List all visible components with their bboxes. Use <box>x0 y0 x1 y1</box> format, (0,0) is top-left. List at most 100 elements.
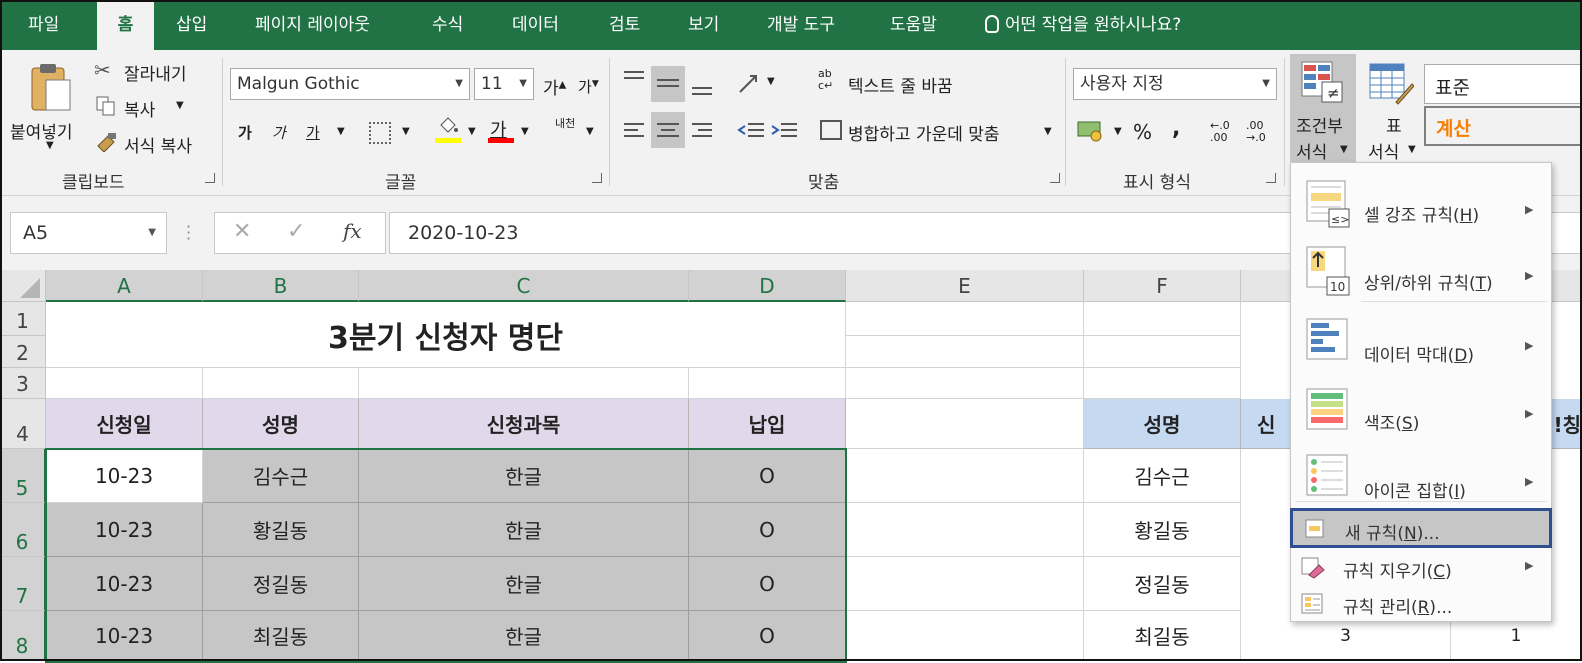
borders-icon[interactable] <box>369 122 391 144</box>
enter-checkmark-icon[interactable]: ✓ <box>287 219 305 244</box>
number-format-combo[interactable]: 사용자 지정 ▼ <box>1073 68 1277 100</box>
grow-font-button[interactable]: 가▲ <box>543 74 566 99</box>
paste-button[interactable]: 붙여넣기 ▼ <box>8 58 88 158</box>
cell[interactable] <box>846 449 1084 503</box>
menu-item-manage-rules[interactable]: 규칙 관리(R)... <box>1291 589 1551 621</box>
phonetic-button[interactable]: 내천 <box>555 118 579 130</box>
increase-indent-icon[interactable] <box>769 116 799 146</box>
menu-item-new-rule[interactable]: 새 규칙(N)... <box>1290 508 1552 548</box>
row-header-6[interactable]: 6 <box>0 503 46 557</box>
cell[interactable] <box>846 503 1084 557</box>
tab-home[interactable]: 홈 <box>97 0 154 50</box>
clipboard-launcher-icon[interactable] <box>205 173 215 183</box>
comma-button[interactable]: , <box>1172 116 1180 141</box>
row-header-2[interactable]: 2 <box>0 336 46 368</box>
cell[interactable] <box>1084 302 1241 336</box>
cell-f6[interactable]: 황길동 <box>1084 503 1241 557</box>
column-header-b[interactable]: B <box>203 270 359 302</box>
merge-center-button[interactable]: 병합하고 가운데 맞춤 ▼ <box>818 116 1058 146</box>
fill-color-button[interactable] <box>435 116 463 146</box>
header-cell-course[interactable]: 신청과목 <box>359 399 689 449</box>
top-align-icon[interactable] <box>620 66 648 96</box>
cell[interactable] <box>846 302 1084 336</box>
conditional-formatting-button[interactable]: ≠ 조건부 서식 ▼ <box>1290 54 1356 163</box>
cell[interactable] <box>1084 336 1241 368</box>
cell[interactable] <box>1084 368 1241 399</box>
orientation-icon[interactable] <box>736 70 766 98</box>
style-normal[interactable]: 표준 <box>1424 64 1582 104</box>
chevron-down-icon[interactable]: ▼ <box>586 126 594 137</box>
cell[interactable] <box>846 336 1084 368</box>
copy-button[interactable]: 복사 ▼ <box>94 94 204 121</box>
tab-formulas[interactable]: 수식 <box>432 0 463 50</box>
decrease-decimal-icon[interactable]: .00 →.0 <box>1246 120 1266 144</box>
chevron-down-icon[interactable]: ▼ <box>767 76 775 87</box>
cell[interactable] <box>846 368 1084 399</box>
chevron-down-icon[interactable]: ▼ <box>337 126 345 137</box>
tab-data[interactable]: 데이터 <box>512 0 559 50</box>
cell[interactable] <box>46 368 203 399</box>
row-header-3[interactable]: 3 <box>0 368 46 399</box>
bold-button[interactable]: 가 <box>238 122 252 143</box>
chevron-down-icon[interactable]: ▼ <box>1114 126 1122 137</box>
tab-insert[interactable]: 삽입 <box>176 0 207 50</box>
align-center-icon[interactable] <box>651 112 685 148</box>
shrink-font-button[interactable]: 가▼ <box>578 76 599 97</box>
tab-developer[interactable]: 개발 도구 <box>767 0 835 50</box>
cell[interactable] <box>846 399 1084 449</box>
middle-align-icon[interactable] <box>651 66 685 102</box>
column-header-a[interactable]: A <box>46 270 203 302</box>
number-launcher-icon[interactable] <box>1266 173 1276 183</box>
insert-function-icon[interactable]: fx <box>343 219 362 243</box>
row-header-1[interactable]: 1 <box>0 302 46 336</box>
cut-button[interactable]: ✂ 잘라내기 <box>94 58 204 85</box>
decrease-indent-icon[interactable] <box>736 116 766 146</box>
column-header-f[interactable]: F <box>1084 270 1241 302</box>
formula-bar-grip-icon[interactable]: · · · <box>186 219 191 247</box>
header-cell-name[interactable]: 성명 <box>203 399 359 449</box>
column-header-c[interactable]: C <box>359 270 689 302</box>
style-calculation[interactable]: 계산 <box>1424 106 1582 146</box>
align-left-icon[interactable] <box>620 116 648 146</box>
alignment-launcher-icon[interactable] <box>1050 173 1060 183</box>
row-header-8[interactable]: 8 <box>0 611 46 661</box>
name-box[interactable]: A5 ▼ <box>10 212 167 254</box>
menu-item-clear-rules[interactable]: 규칙 지우기(C) ▶ <box>1291 553 1551 585</box>
increase-decimal-icon[interactable]: ←.0.00 <box>1210 120 1230 144</box>
row-header-7[interactable]: 7 <box>0 557 46 611</box>
bottom-align-icon[interactable] <box>688 66 716 100</box>
menu-item-data-bars[interactable]: 데이터 막대(D) ▶ <box>1291 309 1551 373</box>
header-cell-date[interactable]: 신청일 <box>46 399 203 449</box>
format-as-table-button[interactable]: 표 서식 ▼ <box>1362 54 1420 163</box>
menu-item-icon-sets[interactable]: 아이콘 집합(I) ▶ <box>1291 449 1551 507</box>
tab-view[interactable]: 보기 <box>688 0 719 50</box>
cell[interactable] <box>689 368 846 399</box>
cell[interactable] <box>359 368 689 399</box>
column-header-e[interactable]: E <box>846 270 1084 302</box>
cancel-icon[interactable]: ✕ <box>233 219 251 244</box>
menu-item-color-scales[interactable]: 색조(S) ▶ <box>1291 379 1551 443</box>
column-header-d[interactable]: D <box>689 270 846 302</box>
cell-f7[interactable]: 정길동 <box>1084 557 1241 611</box>
row-header-5[interactable]: 5 <box>0 449 46 503</box>
tab-review[interactable]: 검토 <box>609 0 640 50</box>
title-merged-cell[interactable]: 3분기 신청자 명단 <box>46 302 846 368</box>
accounting-format-icon[interactable] <box>1076 116 1110 146</box>
tab-page-layout[interactable]: 페이지 레이아웃 <box>255 0 370 50</box>
percent-button[interactable]: % <box>1133 120 1152 144</box>
header-cell-f-name[interactable]: 성명 <box>1084 399 1241 449</box>
font-name-combo[interactable]: Malgun Gothic ▼ <box>230 68 470 100</box>
chevron-down-icon[interactable]: ▼ <box>521 126 529 137</box>
wrap-text-button[interactable]: ab c↵ 텍스트 줄 바꿈 <box>818 68 1018 98</box>
cell[interactable] <box>846 611 1084 661</box>
font-color-button[interactable]: 가 <box>488 116 516 146</box>
menu-item-highlight-cells-rules[interactable]: ≤> 셀 강조 규칙(H) ▶ <box>1291 173 1551 233</box>
header-cell-paid[interactable]: 납입 <box>689 399 846 449</box>
menu-item-top-bottom-rules[interactable]: 10 상위/하위 규칙(T) ▶ <box>1291 241 1551 301</box>
italic-button[interactable]: 가 <box>272 122 286 143</box>
tab-help[interactable]: 도움말 <box>890 0 937 50</box>
chevron-down-icon[interactable]: ▼ <box>402 126 410 137</box>
cell-f8[interactable]: 최길동 <box>1084 611 1241 661</box>
align-right-icon[interactable] <box>688 116 716 146</box>
row-header-4[interactable]: 4 <box>0 399 46 449</box>
